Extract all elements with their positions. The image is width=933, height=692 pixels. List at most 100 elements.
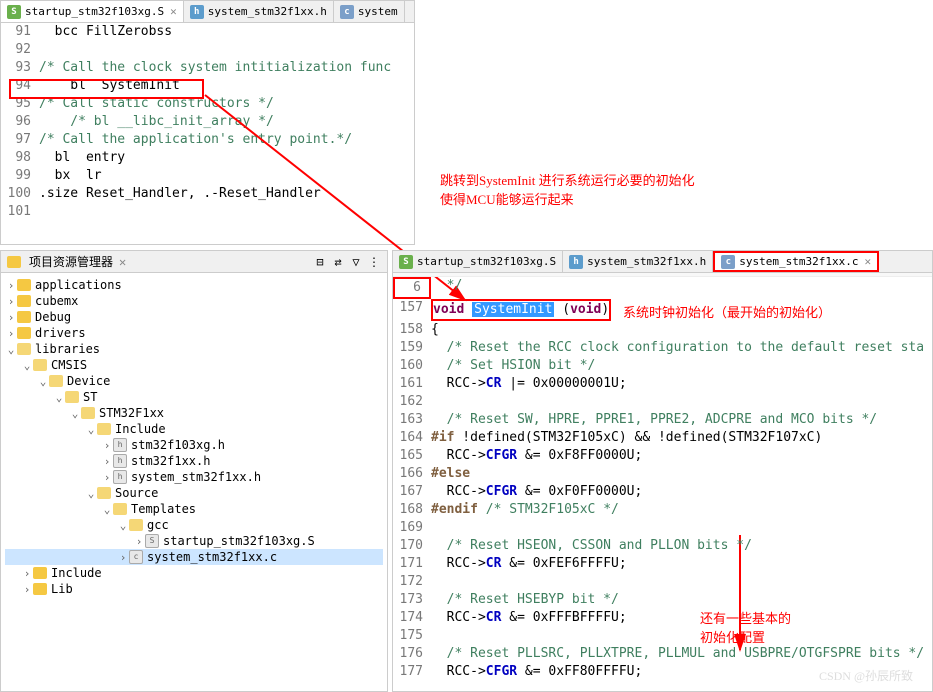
code-line[interactable]: 171 RCC->CR &= 0xFEF6FFFFU; (393, 555, 932, 573)
expand-toggle[interactable]: › (101, 471, 113, 484)
code-line[interactable]: 169 (393, 519, 932, 537)
code-line[interactable]: 98 bl entry (1, 149, 414, 167)
tree-item[interactable]: ⌄CMSIS (5, 357, 383, 373)
expand-toggle[interactable]: ⌄ (117, 519, 129, 532)
close-icon[interactable]: ✕ (119, 255, 126, 269)
code-line[interactable]: 157void SystemInit (void) (393, 299, 932, 321)
filter-icon[interactable]: ▽ (349, 255, 363, 269)
expand-toggle[interactable]: › (133, 535, 145, 548)
expand-toggle[interactable]: › (101, 455, 113, 468)
expand-toggle[interactable]: ⌄ (69, 407, 81, 420)
code-line[interactable]: 100.size Reset_Handler, .-Reset_Handler (1, 185, 414, 203)
view-menu-icon[interactable]: ⋮ (367, 255, 381, 269)
expand-toggle[interactable]: › (21, 583, 33, 596)
tree-item[interactable]: ›hstm32f103xg.h (5, 437, 383, 453)
close-icon[interactable]: ✕ (170, 5, 177, 18)
code-line[interactable]: 99 bx lr (1, 167, 414, 185)
expand-toggle[interactable]: ⌄ (85, 423, 97, 436)
expand-toggle[interactable]: › (5, 327, 17, 340)
expand-toggle[interactable]: ⌄ (85, 487, 97, 500)
file-type-icon: h (190, 5, 204, 19)
tree-item[interactable]: ›Debug (5, 309, 383, 325)
code-line[interactable]: 175 (393, 627, 932, 645)
bottom-editor[interactable]: 6 */157void SystemInit (void)158{159 /* … (393, 277, 932, 681)
code-line[interactable]: 97/* Call the application's entry point.… (1, 131, 414, 149)
code-line[interactable]: 176 /* Reset PLLSRC, PLLXTPRE, PLLMUL an… (393, 645, 932, 663)
code-line[interactable]: 167 RCC->CFGR &= 0xF0FF0000U; (393, 483, 932, 501)
line-content: .size Reset_Handler, .-Reset_Handler (39, 185, 414, 203)
line-number: 162 (393, 393, 431, 411)
tree-item[interactable]: ⌄STM32F1xx (5, 405, 383, 421)
code-line[interactable]: 93/* Call the clock system intitializati… (1, 59, 414, 77)
tree-item[interactable]: ›Lib (5, 581, 383, 597)
editor-tab[interactable]: Sstartup_stm32f103xg.S (393, 251, 563, 272)
expand-toggle[interactable]: ⌄ (5, 343, 17, 356)
expand-toggle[interactable]: ⌄ (53, 391, 65, 404)
tree-item[interactable]: › drivers (5, 325, 383, 341)
code-line[interactable]: 6 */ (393, 277, 932, 299)
tree-item[interactable]: ⌄gcc (5, 517, 383, 533)
expand-toggle[interactable]: › (21, 567, 33, 580)
code-line[interactable]: 91 bcc FillZerobss (1, 23, 414, 41)
code-line[interactable]: 174 RCC->CR &= 0xFFFBFFFFU; (393, 609, 932, 627)
editor-tab[interactable]: hsystem_stm32f1xx.h (563, 251, 713, 272)
code-line[interactable]: 172 (393, 573, 932, 591)
tree-item[interactable]: ›applications (5, 277, 383, 293)
editor-tab[interactable]: Sstartup_stm32f103xg.S✕ (1, 1, 184, 22)
code-line[interactable]: 162 (393, 393, 932, 411)
code-line[interactable]: 92 (1, 41, 414, 59)
top-editor[interactable]: 91 bcc FillZerobss9293/* Call the clock … (1, 23, 414, 221)
close-icon[interactable]: ✕ (865, 255, 872, 268)
tree-item-label: cubemx (35, 294, 78, 308)
tree-item[interactable]: ⌄Include (5, 421, 383, 437)
code-line[interactable]: 101 (1, 203, 414, 221)
tree-item[interactable]: ›csystem_stm32f1xx.c (5, 549, 383, 565)
line-number: 160 (393, 357, 431, 375)
file-tree[interactable]: ›applications›cubemx›Debug›drivers⌄libra… (1, 273, 387, 601)
expand-toggle[interactable]: › (5, 279, 17, 292)
tree-item[interactable]: ⌄libraries (5, 341, 383, 357)
tree-item[interactable]: ›Sstartup_stm32f103xg.S (5, 533, 383, 549)
code-line[interactable]: 165 RCC->CFGR &= 0xF8FF0000U; (393, 447, 932, 465)
expand-toggle[interactable]: › (117, 551, 129, 564)
expand-toggle[interactable]: › (5, 295, 17, 308)
editor-tab[interactable]: csystem_stm32f1xx.c✕ (713, 251, 879, 272)
tree-item-label: system_stm32f1xx.h (131, 470, 261, 484)
tree-item[interactable]: › cubemx (5, 293, 383, 309)
folder-icon (81, 407, 95, 419)
code-line[interactable]: 96 /* bl __libc_init_array */ (1, 113, 414, 131)
tree-item-label: drivers (35, 326, 86, 340)
tree-item[interactable]: ›hsystem_stm32f1xx.h (5, 469, 383, 485)
tree-item[interactable]: ⌄Device (5, 373, 383, 389)
collapse-all-icon[interactable]: ⊟ (313, 255, 327, 269)
tree-item[interactable]: ⌄ST (5, 389, 383, 405)
code-line[interactable]: 161 RCC->CR |= 0x00000001U; (393, 375, 932, 393)
expand-toggle[interactable]: ⌄ (21, 359, 33, 372)
bottom-tabs-bar: Sstartup_stm32f103xg.Shsystem_stm32f1xx.… (393, 251, 932, 273)
expand-toggle[interactable]: › (101, 439, 113, 452)
link-editor-icon[interactable]: ⇄ (331, 255, 345, 269)
line-content: /* Reset the RCC clock configuration to … (431, 339, 932, 357)
code-line[interactable]: 173 /* Reset HSEBYP bit */ (393, 591, 932, 609)
expand-toggle[interactable]: ⌄ (37, 375, 49, 388)
editor-tab[interactable]: hsystem_stm32f1xx.h (184, 1, 334, 22)
code-line[interactable]: 160 /* Set HSION bit */ (393, 357, 932, 375)
folder-icon (97, 423, 111, 435)
code-line[interactable]: 164#if !defined(STM32F105xC) && !defined… (393, 429, 932, 447)
tree-item[interactable]: ›Include (5, 565, 383, 581)
tree-item[interactable]: ⌄Templates (5, 501, 383, 517)
code-line[interactable]: 168#endif /* STM32F105xC */ (393, 501, 932, 519)
tree-item[interactable]: ⌄Source (5, 485, 383, 501)
code-line[interactable]: 163 /* Reset SW, HPRE, PPRE1, PPRE2, ADC… (393, 411, 932, 429)
expand-toggle[interactable]: ⌄ (101, 503, 113, 516)
code-line[interactable]: 170 /* Reset HSEON, CSSON and PLLON bits… (393, 537, 932, 555)
line-content: /* Reset PLLSRC, PLLXTPRE, PLLMUL and US… (431, 645, 932, 663)
folder-icon (17, 295, 31, 307)
code-line[interactable]: 159 /* Reset the RCC clock configuration… (393, 339, 932, 357)
tree-item[interactable]: ›hstm32f1xx.h (5, 453, 383, 469)
expand-toggle[interactable]: › (5, 311, 17, 324)
editor-tab[interactable]: csystem (334, 1, 405, 22)
code-line[interactable]: 166#else (393, 465, 932, 483)
code-line[interactable]: 158{ (393, 321, 932, 339)
folder-icon (33, 359, 47, 371)
